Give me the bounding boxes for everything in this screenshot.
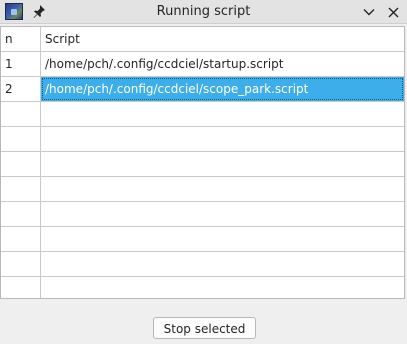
empty-cell[interactable] xyxy=(41,127,404,151)
empty-table-row[interactable] xyxy=(1,127,404,152)
script-table[interactable]: n Script 1 /home/pch/.config/ccdciel/sta… xyxy=(0,26,405,299)
minimize-button[interactable] xyxy=(361,4,377,20)
column-header-script[interactable]: Script xyxy=(41,27,404,51)
close-icon xyxy=(388,7,398,17)
empty-table-row[interactable] xyxy=(1,152,404,177)
window-title: Running script xyxy=(156,4,251,19)
empty-cell[interactable] xyxy=(41,227,404,251)
script-path-cell[interactable]: /home/pch/.config/ccdciel/startup.script xyxy=(41,52,404,76)
table-header-row: n Script xyxy=(1,27,404,52)
row-number-cell[interactable]: 2 xyxy=(1,77,41,101)
table-row[interactable]: 2 /home/pch/.config/ccdciel/scope_park.s… xyxy=(1,77,404,102)
empty-cell[interactable] xyxy=(1,227,41,251)
empty-cell[interactable] xyxy=(41,102,404,126)
empty-cell[interactable] xyxy=(41,152,404,176)
empty-cell[interactable] xyxy=(1,152,41,176)
title-bar[interactable]: Running script xyxy=(0,0,407,24)
empty-cell[interactable] xyxy=(41,252,404,276)
empty-cell[interactable] xyxy=(41,177,404,201)
empty-cell[interactable] xyxy=(41,202,404,226)
close-button[interactable] xyxy=(385,4,401,20)
stop-selected-button[interactable]: Stop selected xyxy=(153,317,256,339)
empty-cell[interactable] xyxy=(1,277,41,298)
empty-cell[interactable] xyxy=(1,177,41,201)
empty-cell[interactable] xyxy=(1,127,41,151)
empty-table-row[interactable] xyxy=(1,227,404,252)
table-row[interactable]: 1 /home/pch/.config/ccdciel/startup.scri… xyxy=(1,52,404,77)
empty-table-row[interactable] xyxy=(1,177,404,202)
empty-table-row[interactable] xyxy=(1,202,404,227)
empty-table-row[interactable] xyxy=(1,252,404,277)
empty-table-row[interactable] xyxy=(1,277,404,298)
chevron-down-icon xyxy=(363,9,375,16)
row-number-cell[interactable]: 1 xyxy=(1,52,41,76)
script-path-cell[interactable]: /home/pch/.config/ccdciel/scope_park.scr… xyxy=(41,77,404,101)
empty-cell[interactable] xyxy=(1,252,41,276)
empty-cell[interactable] xyxy=(1,102,41,126)
column-header-n[interactable]: n xyxy=(1,27,41,51)
empty-cell[interactable] xyxy=(1,202,41,226)
empty-cell[interactable] xyxy=(41,277,404,298)
empty-table-row[interactable] xyxy=(1,102,404,127)
button-panel: Stop selected xyxy=(0,310,407,344)
